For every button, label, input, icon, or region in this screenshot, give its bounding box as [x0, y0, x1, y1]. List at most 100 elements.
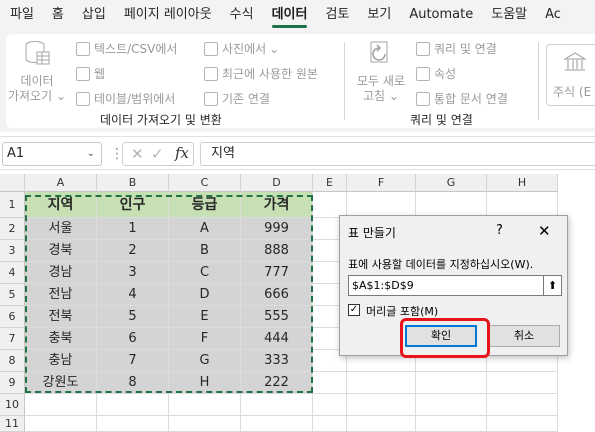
ok-button[interactable]: 확인 [405, 325, 477, 347]
row-header-1[interactable]: 1 [0, 192, 25, 218]
table-cell[interactable]: 888 [241, 240, 313, 262]
empty-cell[interactable] [97, 416, 169, 432]
empty-cell[interactable] [347, 416, 416, 432]
table-header-cell[interactable]: 등급 [169, 192, 241, 218]
table-cell[interactable]: 4 [97, 284, 169, 306]
empty-cell[interactable] [347, 372, 416, 394]
menu-insert[interactable]: 삽입 [82, 0, 106, 30]
column-header-f[interactable]: F [347, 174, 416, 192]
menu-file[interactable]: 파일 [10, 0, 34, 30]
empty-cell[interactable] [487, 394, 558, 416]
table-cell[interactable]: 999 [241, 218, 313, 240]
table-cell[interactable]: 7 [97, 350, 169, 372]
column-header-h[interactable]: H [487, 174, 558, 192]
name-box[interactable]: A1 ⌄ [2, 142, 102, 166]
table-cell[interactable]: 경북 [25, 240, 97, 262]
menu-formulas[interactable]: 수식 [230, 0, 254, 30]
text-csv-button[interactable]: 텍스트/CSV에서 [76, 40, 177, 57]
column-header-b[interactable]: B [97, 174, 169, 192]
check-icon[interactable]: ✓ [151, 145, 164, 163]
row-header-9[interactable]: 9 [0, 372, 25, 394]
table-cell[interactable]: 8 [97, 372, 169, 394]
get-data-button[interactable]: 데이터 가져오기 ⌄ [6, 40, 68, 104]
chevron-down-icon[interactable]: ⌄ [87, 143, 95, 165]
row-header-6[interactable]: 6 [0, 306, 25, 328]
menu-view[interactable]: 보기 [367, 0, 391, 30]
table-cell[interactable]: 6 [97, 328, 169, 350]
empty-cell[interactable] [416, 372, 487, 394]
menu-review[interactable]: 검토 [325, 0, 349, 30]
edit-links-button[interactable]: 통합 문서 연결 [416, 90, 508, 107]
table-cell[interactable]: 666 [241, 284, 313, 306]
recent-sources-button[interactable]: 최근에 사용한 원본 [204, 65, 318, 82]
table-cell[interactable]: 전남 [25, 284, 97, 306]
table-cell[interactable]: 전북 [25, 306, 97, 328]
menu-help[interactable]: 도움말 [491, 0, 527, 30]
empty-cell[interactable] [241, 394, 313, 416]
menu-automate[interactable]: Automate [409, 0, 473, 30]
row-header-2[interactable]: 2 [0, 218, 25, 240]
stocks-button[interactable]: 주식 (E [546, 44, 595, 106]
from-picture-button[interactable]: 사진에서 ⌄ [204, 40, 279, 57]
table-cell[interactable]: 444 [241, 328, 313, 350]
empty-cell[interactable] [416, 394, 487, 416]
table-cell[interactable]: 강원도 [25, 372, 97, 394]
table-cell[interactable]: H [169, 372, 241, 394]
table-cell[interactable]: 1 [97, 218, 169, 240]
row-header-5[interactable]: 5 [0, 284, 25, 306]
table-cell[interactable]: 777 [241, 262, 313, 284]
table-header-cell[interactable]: 가격 [241, 192, 313, 218]
collapse-dialog-icon[interactable]: ⬆ [544, 275, 562, 296]
empty-cell[interactable] [25, 416, 97, 432]
table-cell[interactable]: B [169, 240, 241, 262]
column-header-c[interactable]: C [169, 174, 241, 192]
table-cell[interactable]: A [169, 218, 241, 240]
refresh-all-button[interactable]: 모두 새로 고침 ⌄ [350, 40, 412, 104]
menu-home[interactable]: 홈 [52, 0, 64, 30]
close-icon[interactable]: ✕ [538, 222, 551, 240]
column-header-g[interactable]: G [416, 174, 487, 192]
select-all-corner[interactable] [0, 174, 25, 192]
table-cell[interactable]: E [169, 306, 241, 328]
table-cell[interactable]: 충남 [25, 350, 97, 372]
row-header-4[interactable]: 4 [0, 262, 25, 284]
table-cell[interactable]: 경남 [25, 262, 97, 284]
table-cell[interactable]: G [169, 350, 241, 372]
empty-cell[interactable] [313, 394, 347, 416]
help-icon[interactable]: ? [496, 223, 503, 238]
table-header-cell[interactable]: 인구 [97, 192, 169, 218]
properties-button[interactable]: 속성 [416, 65, 456, 82]
table-cell[interactable]: 3 [97, 262, 169, 284]
row-header-8[interactable]: 8 [0, 350, 25, 372]
cancel-icon[interactable]: ✕ [131, 145, 144, 163]
empty-cell[interactable] [487, 372, 558, 394]
menu-page-layout[interactable]: 페이지 레이아웃 [124, 0, 212, 30]
empty-cell[interactable] [313, 416, 347, 432]
row-header-10[interactable]: 10 [0, 394, 25, 416]
formula-input[interactable]: 지역 [200, 142, 595, 166]
range-input[interactable]: $A$1:$D$9 [348, 275, 544, 296]
empty-cell[interactable] [347, 394, 416, 416]
table-header-cell[interactable]: 지역 [25, 192, 97, 218]
empty-cell[interactable] [241, 416, 313, 432]
headers-checkbox[interactable]: ✓ [348, 304, 360, 316]
table-cell[interactable]: D [169, 284, 241, 306]
web-button[interactable]: 웹 [76, 65, 105, 82]
table-cell[interactable]: 5 [97, 306, 169, 328]
table-cell[interactable]: 충북 [25, 328, 97, 350]
table-cell[interactable]: F [169, 328, 241, 350]
table-cell[interactable]: 2 [97, 240, 169, 262]
table-cell[interactable]: 555 [241, 306, 313, 328]
row-header-11[interactable]: 11 [0, 416, 25, 432]
table-cell[interactable]: 333 [241, 350, 313, 372]
empty-cell[interactable] [25, 394, 97, 416]
column-header-a[interactable]: A [25, 174, 97, 192]
cancel-button[interactable]: 취소 [488, 325, 560, 347]
menu-more[interactable]: Ac [545, 0, 561, 30]
row-header-3[interactable]: 3 [0, 240, 25, 262]
table-cell[interactable]: C [169, 262, 241, 284]
existing-connections-button[interactable]: 기존 연결 [204, 90, 270, 107]
empty-cell[interactable] [169, 394, 241, 416]
table-cell[interactable]: 222 [241, 372, 313, 394]
queries-connections-button[interactable]: 쿼리 및 연결 [416, 40, 497, 57]
